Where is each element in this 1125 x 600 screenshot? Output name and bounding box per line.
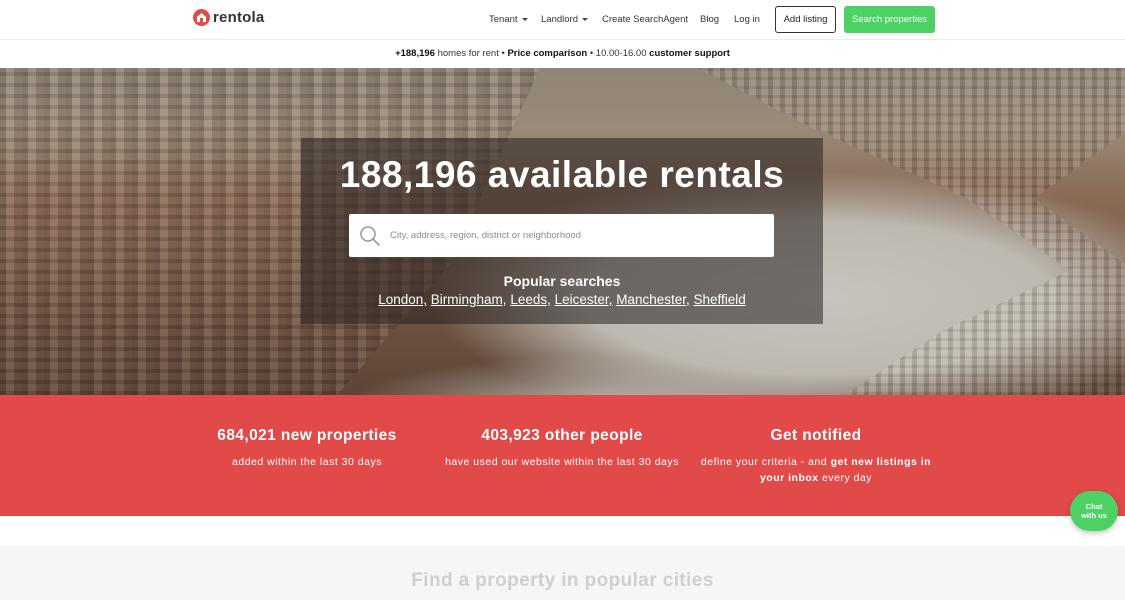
nav-tenant[interactable]: Tenant (489, 14, 528, 25)
price-comparison: Price comparison (507, 48, 588, 59)
rentola-logo[interactable]: rentola (193, 9, 264, 26)
popular-link-london[interactable]: London, (378, 292, 427, 307)
popular-link-sheffield[interactable]: Sheffield (694, 292, 746, 307)
chat-label-line1: Chat (1085, 502, 1103, 511)
popular-link-leicester[interactable]: Leicester, (555, 292, 613, 307)
popular-link-leeds[interactable]: Leeds, (510, 292, 551, 307)
hero-section: 188,196 available rentals Popular search… (0, 68, 1125, 395)
stat-desc: have used our website within the last 30… (445, 456, 679, 468)
stat-desc-part: every day (818, 472, 873, 484)
search-icon (359, 225, 381, 247)
chat-button[interactable]: Chat with us (1070, 491, 1118, 531)
homes-count: +188,196 (395, 48, 435, 59)
stat-desc: added within the last 30 days (232, 456, 382, 468)
house-icon (193, 9, 210, 26)
search-input[interactable] (390, 215, 774, 256)
stat-title: 403,923 other people (481, 427, 643, 444)
nav-blog[interactable]: Blog (700, 14, 719, 25)
search-bar[interactable] (349, 214, 774, 257)
search-properties-button[interactable]: Search properties (844, 6, 935, 33)
popular-searches-title: Popular searches (503, 273, 621, 289)
stat-desc: define your criteria - and get new listi… (696, 454, 936, 486)
stats-band: 684,021 new properties added within the … (0, 395, 1125, 516)
stat-get-notified: Get notified define your criteria - and … (696, 427, 936, 486)
nav-login[interactable]: Log in (734, 14, 760, 25)
brand-name: rentola (213, 9, 265, 26)
popular-cities-title: Find a property in popular cities (411, 570, 714, 591)
stat-other-people: 403,923 other people have used our websi… (442, 427, 682, 470)
add-listing-button[interactable]: Add listing (775, 6, 836, 33)
chat-label-line2: with us (1081, 511, 1107, 520)
popular-link-manchester[interactable]: Manchester, (616, 292, 690, 307)
customer-support: customer support (649, 48, 730, 59)
info-bar: +188,196 homes for rent • Price comparis… (0, 40, 1125, 68)
nav-tenant-label: Tenant (489, 14, 518, 25)
nav-landlord-label: Landlord (541, 14, 578, 25)
chevron-down-icon (521, 17, 528, 21)
popular-searches-links: London, Birmingham, Leeds, Leicester, Ma… (301, 292, 823, 307)
nav-landlord[interactable]: Landlord (541, 14, 588, 25)
stat-title: 684,021 new properties (217, 427, 397, 444)
popular-link-birmingham[interactable]: Birmingham, (431, 292, 507, 307)
top-header: rentola Tenant Landlord Create SearchAge… (0, 0, 1125, 40)
hero-panel: 188,196 available rentals Popular search… (301, 138, 823, 324)
homes-text: homes for rent • (434, 48, 508, 59)
hours-text: • 10.00-16.00 (587, 48, 650, 59)
stat-new-properties: 684,021 new properties added within the … (187, 427, 427, 470)
nav-create-searchagent[interactable]: Create SearchAgent (602, 14, 688, 25)
chevron-down-icon (581, 17, 588, 21)
stat-desc-part: define your criteria - and (700, 456, 831, 468)
stat-title: Get notified (770, 427, 862, 444)
hero-title: 188,196 available rentals (339, 154, 785, 195)
popular-cities-section: Find a property in popular cities (0, 546, 1125, 600)
